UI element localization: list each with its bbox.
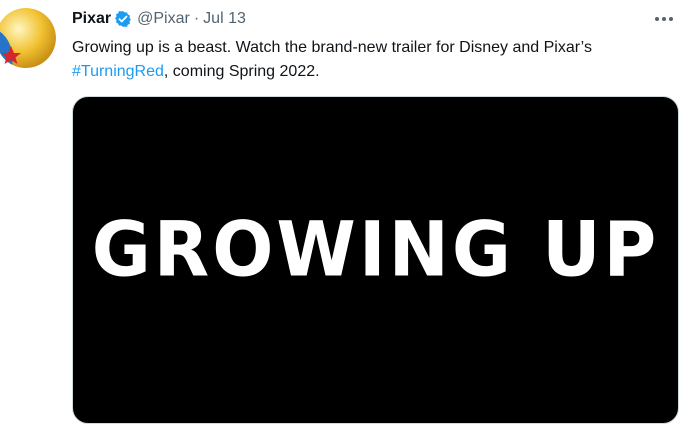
display-name[interactable]: Pixar	[72, 10, 111, 28]
more-options-icon	[655, 17, 673, 21]
pixar-luxo-ball-icon	[0, 8, 56, 68]
timestamp[interactable]: Jul 13	[203, 10, 246, 28]
tweet-text-body: Growing up is a beast. Watch the brand-n…	[72, 39, 592, 56]
media-video[interactable]: GROWING UP	[72, 96, 679, 424]
tweet-text-tail: , coming Spring 2022.	[163, 63, 320, 80]
tweet[interactable]: Pixar @Pixar · Jul 13 Growing up is a be…	[0, 0, 681, 430]
verified-badge-icon	[114, 10, 132, 28]
tweet-header: Pixar @Pixar · Jul 13	[72, 8, 246, 30]
more-options-button[interactable]	[652, 8, 676, 30]
handle[interactable]: @Pixar	[137, 10, 190, 28]
media-overlay-text: GROWING UP	[91, 204, 660, 294]
hashtag-link[interactable]: #TurningRed	[72, 63, 164, 80]
tweet-text: Growing up is a beast. Watch the brand-n…	[72, 36, 672, 84]
separator-dot: ·	[193, 10, 200, 27]
avatar[interactable]	[0, 8, 56, 68]
